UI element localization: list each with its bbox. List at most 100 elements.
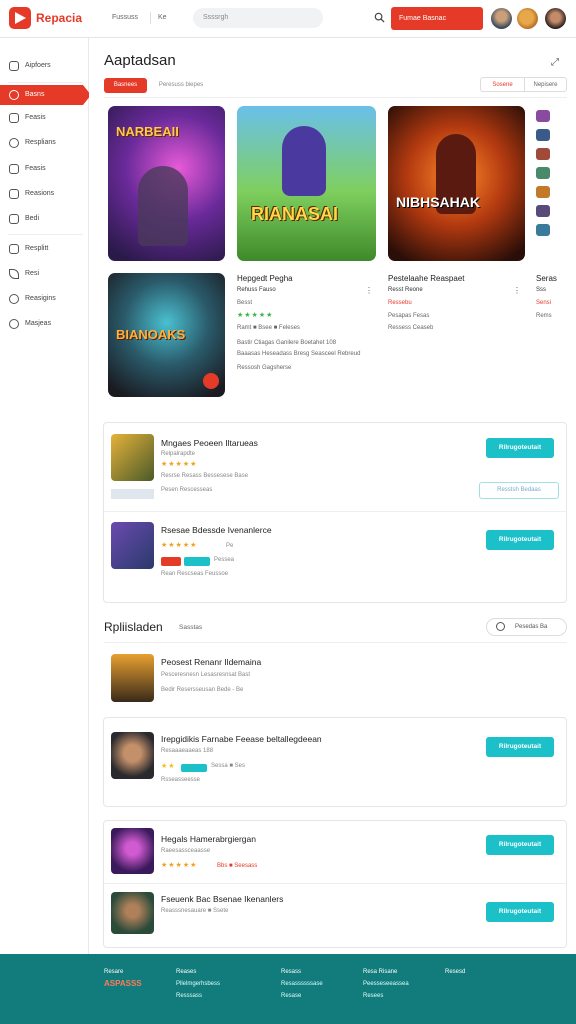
list-item-tag: Sessa ■ Ses — [211, 763, 245, 769]
section-action-button[interactable]: Pesedas Ba — [486, 618, 567, 636]
tag-badge — [181, 764, 207, 772]
more-icon[interactable]: ⋮ — [365, 286, 373, 295]
list-item-meta: Bedir Resersseusan Bede - Be — [161, 687, 244, 693]
game-thumbnail[interactable] — [111, 892, 154, 934]
install-button[interactable]: Rilrugoteutait — [486, 530, 554, 550]
install-button[interactable]: Rilrugoteutait — [486, 438, 554, 458]
mini-thumb[interactable] — [536, 205, 550, 217]
sidebar-item[interactable]: Reasigins — [0, 289, 89, 309]
list-item-meta: Resrse Resass Bessesese Base — [161, 473, 249, 479]
game-description: Ressosh Gagsherse — [237, 365, 292, 371]
list-item-title[interactable]: Fseuenk Bac Bsenae Ikenanlers — [161, 894, 283, 904]
list-item-meta: Pesen Rescesseas — [161, 487, 213, 493]
avatar[interactable] — [491, 8, 512, 29]
list-item-subtitle: Resaaaeaaeas 188 — [161, 748, 214, 754]
footer-column: Resa Risane Peesseseeassea Resees — [363, 969, 409, 999]
game-art[interactable]: RIANASAI — [237, 106, 376, 261]
list-item-title[interactable]: Peosest Renanr Ildemaina — [161, 657, 261, 667]
pen-icon — [9, 269, 19, 279]
home-icon — [9, 61, 19, 71]
divider — [104, 97, 567, 98]
game-description: Bastir Ctiagas Ganilere Boetahet 108 — [237, 340, 337, 346]
header-cta-button[interactable]: Fumae Basnac — [391, 7, 483, 30]
sidebar-item[interactable]: Bedi — [0, 209, 89, 229]
list-item-meta: Rean Rescseas Feussoe — [161, 571, 229, 577]
mini-thumb-column — [536, 110, 550, 260]
game-description: Ressess Ceaseb — [388, 325, 434, 331]
filter-button[interactable]: Sosene — [480, 77, 524, 92]
footer-column: Reases Pllelmgerhsbess Resssass — [176, 969, 221, 999]
secondary-button[interactable]: Resstsh Bedaas — [479, 482, 559, 499]
mini-thumb[interactable] — [536, 224, 550, 236]
game-art[interactable]: NIBHSAHAK — [388, 106, 525, 261]
mini-thumb[interactable] — [536, 110, 550, 122]
footer-column: Resass Resassssssase Resase — [281, 969, 323, 999]
sidebar-item[interactable]: Feasis — [0, 159, 89, 179]
divider — [104, 511, 566, 512]
nav-segment[interactable]: Fussuss — [112, 8, 138, 28]
more-icon[interactable]: ⋮ — [513, 286, 521, 295]
divider — [150, 12, 151, 24]
explore-button[interactable]: Nepisere — [524, 77, 567, 92]
search-icon[interactable] — [374, 12, 385, 23]
nav-segment-2[interactable]: Ke — [158, 8, 167, 28]
page-title: Aaptadsan — [104, 52, 176, 69]
list-item-title[interactable]: Irepgidikis Farnabe Feease beltallegdeea… — [161, 734, 322, 744]
game-title[interactable]: Hepgedt Pegha — [237, 274, 293, 283]
sidebar-item[interactable]: Feasis — [0, 108, 89, 128]
brand-name: Repacia — [36, 11, 83, 25]
install-button[interactable]: Rilrugoteutait — [486, 902, 554, 922]
list-item-meta: Bbs ■ Seesass — [217, 863, 258, 869]
progress-placeholder — [111, 489, 154, 499]
bookmark-icon — [9, 244, 19, 254]
list-item-title[interactable]: Rsesae Bdessde Ivenanlerce — [161, 525, 272, 535]
list-item-meta: Pessea — [214, 557, 235, 563]
game-art[interactable]: NARBEAII — [108, 106, 225, 261]
expand-icon[interactable]: ⤢ — [551, 57, 559, 68]
list-icon — [9, 113, 19, 123]
game-thumbnail[interactable] — [111, 522, 154, 569]
doc-icon — [9, 164, 19, 174]
sidebar-item[interactable]: Reasions — [0, 184, 89, 204]
character-figure — [138, 166, 188, 246]
game-title[interactable]: Seras — [536, 274, 557, 283]
mini-thumb[interactable] — [536, 186, 550, 198]
avatar[interactable] — [517, 8, 538, 29]
search-input[interactable]: Ssssrgh — [193, 8, 323, 28]
tray-icon — [9, 189, 19, 199]
game-thumbnail[interactable] — [111, 654, 154, 702]
mini-thumb[interactable] — [536, 167, 550, 179]
section-title: Rpliisladen — [104, 620, 163, 634]
install-button[interactable]: Rilrugoteutait — [486, 737, 554, 757]
sidebar-item[interactable]: Resi — [0, 264, 89, 284]
list-item-subtitle: Reasssnesauare ■ Ssete — [161, 908, 229, 914]
game-thumbnail[interactable] — [111, 732, 154, 779]
game-art[interactable]: BIANOAKS — [108, 273, 225, 397]
game-thumbnail[interactable] — [111, 828, 154, 874]
game-subtitle: Sss — [536, 287, 547, 293]
sidebar-item[interactable]: Resplitt — [0, 239, 89, 259]
sidebar-item[interactable]: Masjeas — [0, 314, 89, 334]
game-subtitle: Rehuss Fauso — [237, 287, 276, 293]
game-thumbnail[interactable] — [111, 434, 154, 481]
game-title[interactable]: Pestelaahe Reaspaet — [388, 274, 465, 283]
tab[interactable]: Peresuss biepes — [152, 78, 210, 93]
list-item-subtitle: Relpalrapdte — [161, 451, 196, 457]
game-description: Rems — [536, 313, 552, 319]
sidebar-item[interactable]: Resplians — [0, 133, 89, 153]
sidebar: Aipfoers Basns Feasis Resplians Feasis R… — [0, 38, 91, 954]
tab-active[interactable]: Basnees — [104, 78, 147, 93]
divider — [8, 82, 83, 83]
avatar[interactable] — [545, 8, 566, 29]
mini-thumb[interactable] — [536, 129, 550, 141]
sidebar-item-active[interactable]: Basns — [0, 85, 91, 105]
list-item-title[interactable]: Hegals Hamerabrgiergan — [161, 834, 256, 844]
rating-stars: ★★★★★ — [161, 862, 198, 869]
sidebar-item[interactable]: Aipfoers — [0, 56, 89, 76]
list-item-title[interactable]: Mngaes Peoeen Iltarueas — [161, 438, 258, 448]
mini-thumb[interactable] — [536, 148, 550, 160]
install-button[interactable]: Rilrugoteutait — [486, 835, 554, 855]
logo-icon[interactable] — [9, 7, 31, 29]
list-item-meta: Rsseasseesse — [161, 777, 201, 783]
refresh-icon — [496, 622, 505, 631]
